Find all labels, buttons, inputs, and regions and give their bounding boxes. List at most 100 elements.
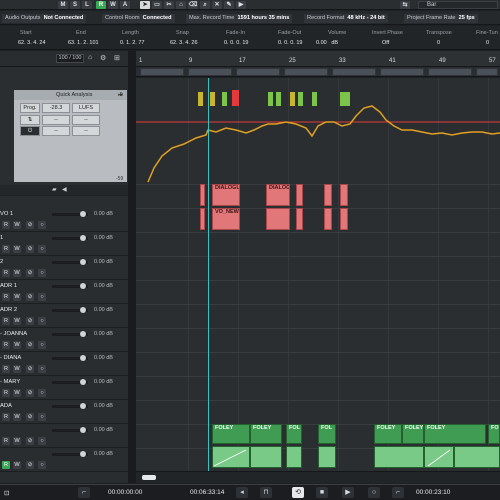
- volume-fader[interactable]: [52, 211, 88, 217]
- read-button[interactable]: R: [2, 413, 10, 421]
- volume-fader[interactable]: [52, 259, 88, 265]
- vertical-splitter[interactable]: [128, 51, 136, 483]
- audio-event[interactable]: [324, 184, 332, 206]
- fader-knob[interactable]: [80, 307, 86, 313]
- fader-knob[interactable]: [80, 403, 86, 409]
- invert-phase-value[interactable]: Off: [382, 40, 389, 46]
- snap-icon[interactable]: ⇆: [400, 1, 410, 9]
- volume-fader[interactable]: [52, 451, 88, 457]
- write-button[interactable]: W: [13, 293, 21, 301]
- audio-event[interactable]: [340, 184, 348, 206]
- monitor-icon[interactable]: ○: [38, 317, 46, 325]
- length-value[interactable]: 0. 1. 2. 77: [120, 40, 144, 46]
- cycle-button[interactable]: ⟲: [292, 487, 304, 498]
- foley-event[interactable]: [286, 446, 302, 468]
- monitor-icon[interactable]: ○: [38, 341, 46, 349]
- video-thumbnail-track[interactable]: [136, 67, 500, 77]
- write-button[interactable]: W: [13, 269, 21, 277]
- audio-event[interactable]: [266, 208, 290, 230]
- bypass-icon[interactable]: ⊘: [26, 413, 34, 421]
- bypass-icon[interactable]: ⊘: [26, 221, 34, 229]
- read-button[interactable]: R: [2, 269, 10, 277]
- left-locator-time[interactable]: 00:00:00:00: [108, 489, 142, 496]
- scroll-thumb[interactable]: [142, 475, 156, 480]
- track-name[interactable]: - MARY: [0, 379, 20, 385]
- folder-track-row[interactable]: ▰ ◀: [0, 185, 128, 195]
- mute-button[interactable]: M: [58, 1, 68, 9]
- volume-fader[interactable]: [52, 379, 88, 385]
- monitor-icon[interactable]: ○: [38, 365, 46, 373]
- punch-icon[interactable]: ⊓: [260, 487, 272, 498]
- fader-knob[interactable]: [80, 451, 86, 457]
- track-row[interactable]: 0.00 dB R W ⊘ ○: [0, 448, 128, 472]
- read-button[interactable]: R: [2, 437, 10, 445]
- track-row[interactable]: ADR 1 0.00 dB R W ⊘ ○: [0, 280, 128, 304]
- bypass-icon[interactable]: ⊘: [26, 293, 34, 301]
- bypass-icon[interactable]: ⊘: [26, 245, 34, 253]
- project-cursor[interactable]: [208, 78, 209, 483]
- vo-event[interactable]: VO_NEW: [212, 208, 240, 230]
- audio-event[interactable]: [296, 184, 303, 206]
- monitor-icon[interactable]: ○: [38, 293, 46, 301]
- write-button[interactable]: W: [13, 461, 21, 469]
- read-button[interactable]: R: [2, 389, 10, 397]
- fader-knob[interactable]: [80, 427, 86, 433]
- read-button[interactable]: R: [2, 293, 10, 301]
- loop-icon[interactable]: ⊡: [4, 489, 9, 497]
- track-row[interactable]: 2 0.00 dB R W ⊘ ○: [0, 256, 128, 280]
- foley-event[interactable]: FOLEY: [424, 424, 486, 444]
- audio-event[interactable]: [200, 208, 205, 230]
- monitor-icon[interactable]: ○: [38, 413, 46, 421]
- monitor-icon[interactable]: ○: [38, 437, 46, 445]
- secondary-time-icon[interactable]: ⌐: [392, 487, 404, 498]
- track-row[interactable]: 0.00 dB R W ⊘ ○: [0, 424, 128, 448]
- draw-tool-icon[interactable]: ✎: [224, 1, 234, 9]
- track-row[interactable]: - DIANA 0.00 dB R W ⊘ ○: [0, 352, 128, 376]
- volume-fader[interactable]: [52, 331, 88, 337]
- track-name[interactable]: ADA: [0, 403, 12, 409]
- gear-icon[interactable]: ⚙: [100, 54, 106, 62]
- fader-knob[interactable]: [80, 259, 86, 265]
- audio-event[interactable]: [340, 208, 348, 230]
- zoom-tool-icon[interactable]: ⌕: [200, 1, 210, 9]
- monitor-icon[interactable]: ○: [38, 245, 46, 253]
- fader-knob[interactable]: [80, 283, 86, 289]
- pointer-tool-icon[interactable]: ➤: [140, 1, 150, 9]
- volume-fader[interactable]: [52, 307, 88, 313]
- monitor-icon[interactable]: ○: [38, 269, 46, 277]
- range-tool-icon[interactable]: ▭: [152, 1, 162, 9]
- right-locator-time[interactable]: 00:00:23:10: [416, 489, 450, 496]
- quick-analysis-header[interactable]: Quick Analysis ⏭: [14, 90, 127, 100]
- split-tool-icon[interactable]: ✂: [164, 1, 174, 9]
- foley-event[interactable]: FOLEY: [402, 424, 424, 444]
- audio-event[interactable]: [200, 184, 205, 206]
- write-button[interactable]: W: [13, 389, 21, 397]
- fader-knob[interactable]: [80, 235, 86, 241]
- fadein-value[interactable]: 0. 0. 0. 19: [224, 40, 248, 46]
- write-button[interactable]: W: [13, 437, 21, 445]
- listen-button[interactable]: L: [82, 1, 92, 9]
- foley-event[interactable]: FOLEY: [250, 424, 282, 444]
- track-name[interactable]: 1: [0, 235, 3, 241]
- finetune-value[interactable]: 0: [486, 40, 489, 46]
- foley-event[interactable]: FOLEY: [374, 424, 402, 444]
- bypass-icon[interactable]: ⊘: [26, 461, 34, 469]
- write-button[interactable]: W: [13, 413, 21, 421]
- write-button[interactable]: W: [13, 317, 21, 325]
- pre-roll-icon[interactable]: ⌐: [78, 487, 90, 498]
- foley-event[interactable]: FOL: [286, 424, 302, 444]
- dialog-event[interactable]: DIALOGU: [212, 184, 240, 206]
- mode-icon[interactable]: ⇅: [20, 115, 40, 125]
- read-button[interactable]: R: [2, 341, 10, 349]
- speaker-icon[interactable]: ◀: [62, 186, 67, 193]
- foley-event[interactable]: [250, 446, 282, 468]
- track-name[interactable]: ADR 2: [0, 307, 17, 313]
- bypass-icon[interactable]: ⊘: [26, 269, 34, 277]
- audio-event[interactable]: [324, 208, 332, 230]
- bypass-icon[interactable]: ⊘: [26, 437, 34, 445]
- track-row[interactable]: ADR 2 0.00 dB R W ⊘ ○: [0, 304, 128, 328]
- volume-fader[interactable]: [52, 283, 88, 289]
- read-button[interactable]: R: [2, 365, 10, 373]
- dialog-event[interactable]: DIALOG: [266, 184, 290, 206]
- snap-value[interactable]: 62. 3. 4. 26: [170, 40, 198, 46]
